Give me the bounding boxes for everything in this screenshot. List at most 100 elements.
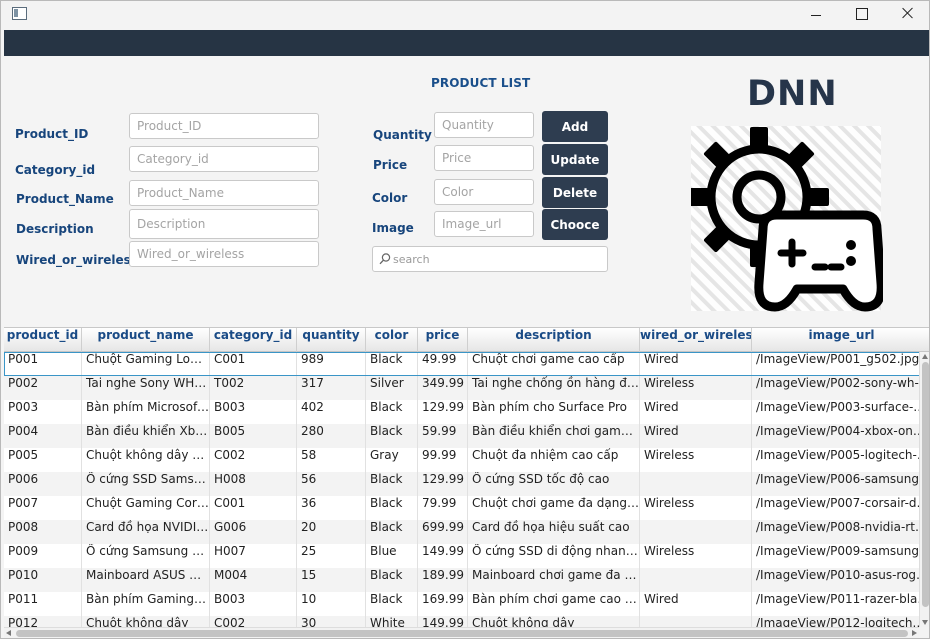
column-header-image-url[interactable]: image_url xyxy=(752,328,929,352)
product-id-label: Product_ID xyxy=(15,127,89,141)
cell-price: 79.99 xyxy=(418,496,468,520)
update-button[interactable]: Update xyxy=(542,144,608,175)
column-header-product-id[interactable]: product_id xyxy=(4,328,82,352)
cell-quantity: 25 xyxy=(297,544,366,568)
cell-category-id: H007 xyxy=(210,544,297,568)
table-row[interactable]: P004Bàn điều khiển Xbox SeriesB005280Bla… xyxy=(4,424,929,448)
search-icon xyxy=(379,253,391,265)
cell-product-name: Chuột không dây Logitech MX xyxy=(82,448,210,472)
column-header-description[interactable]: description xyxy=(468,328,640,352)
maximize-button[interactable] xyxy=(839,1,885,30)
column-header-wired-or-wireless[interactable]: wired_or_wireless xyxy=(640,328,752,352)
cell-description: Bàn phím cho Surface Pro xyxy=(468,400,640,424)
cell-image-url: /ImageView/P009-samsung-t5.jpg xyxy=(752,544,929,568)
table-row[interactable]: P008Card đồ họa NVIDIA RTX 3080G00620Bla… xyxy=(4,520,929,544)
cell-wired-or-wireless: Wireless xyxy=(640,496,752,520)
product-name-label: Product_Name xyxy=(16,192,114,206)
cell-category-id: B005 xyxy=(210,424,297,448)
cell-description: Chuột chơi game cao cấp xyxy=(468,352,640,376)
cell-color: Black xyxy=(366,352,418,376)
table-row[interactable]: P001Chuột Gaming Logitech G502C001989Bla… xyxy=(4,352,929,376)
title-bar xyxy=(1,1,929,30)
cell-quantity: 10 xyxy=(297,592,366,616)
scroll-right-arrow-icon[interactable] xyxy=(912,630,917,636)
column-header-product-name[interactable]: product_name xyxy=(82,328,210,352)
logo-text: DNN xyxy=(747,74,838,114)
cell-product-name: Chuột Gaming Logitech G502 xyxy=(82,352,210,376)
quantity-input[interactable] xyxy=(434,112,534,138)
cell-product-name: Ổ cứng SSD Samsung 970 xyxy=(82,472,210,496)
price-input[interactable] xyxy=(434,145,534,171)
cell-color: Black xyxy=(366,592,418,616)
column-header-color[interactable]: color xyxy=(366,328,418,352)
cell-description: Bàn điều khiển chơi game cổ điển xyxy=(468,424,640,448)
scroll-down-arrow-icon[interactable] xyxy=(922,620,928,625)
vertical-scroll-thumb[interactable] xyxy=(922,362,929,607)
cell-category-id: H008 xyxy=(210,472,297,496)
search-input[interactable] xyxy=(393,249,603,269)
color-input[interactable] xyxy=(434,179,534,205)
add-button[interactable]: Add xyxy=(542,111,608,142)
vertical-scrollbar[interactable] xyxy=(919,352,929,627)
close-window-button[interactable] xyxy=(884,1,929,30)
search-box[interactable] xyxy=(372,246,608,272)
cell-product-id: P006 xyxy=(4,472,82,496)
table-row[interactable]: P011Bàn phím Gaming Razer BlackWidowB003… xyxy=(4,592,929,616)
table-body: P001Chuột Gaming Logitech G502C001989Bla… xyxy=(4,352,929,638)
cell-wired-or-wireless: Wired xyxy=(640,352,752,376)
cell-color: Black xyxy=(366,400,418,424)
cell-price: 349.99 xyxy=(418,376,468,400)
page-title: PRODUCT LIST xyxy=(431,76,531,90)
product-id-input[interactable] xyxy=(129,113,319,139)
cell-product-name: Ổ cứng Samsung T5 Portable xyxy=(82,544,210,568)
scroll-left-arrow-icon[interactable] xyxy=(6,630,11,636)
minimize-button[interactable] xyxy=(793,1,839,30)
cell-image-url: /ImageView/P010-asus-rog-strix.jpg xyxy=(752,568,929,592)
table-row[interactable]: P010Mainboard ASUS ROG StrixM00415Black1… xyxy=(4,568,929,592)
delete-button[interactable]: Delete xyxy=(542,177,608,208)
cell-description: Ổ cứng SSD tốc độ cao xyxy=(468,472,640,496)
cell-product-id: P011 xyxy=(4,592,82,616)
cell-color: Gray xyxy=(366,448,418,472)
cell-quantity: 989 xyxy=(297,352,366,376)
column-header-quantity[interactable]: quantity xyxy=(297,328,366,352)
image-label: Image xyxy=(372,221,414,235)
choose-image-button[interactable]: Chooce xyxy=(542,209,608,240)
table-row[interactable]: P003Bàn phím Microsoft SurfaceB003402Bla… xyxy=(4,400,929,424)
table-row[interactable]: P009Ổ cứng Samsung T5 PortableH00725Blue… xyxy=(4,544,929,568)
color-label: Color xyxy=(372,191,408,205)
column-header-price[interactable]: price xyxy=(418,328,468,352)
table-row[interactable]: P007Chuột Gaming Corsair Dark CoreC00136… xyxy=(4,496,929,520)
cell-color: Black xyxy=(366,424,418,448)
cell-product-name: Bàn điều khiển Xbox Series xyxy=(82,424,210,448)
cell-product-id: P009 xyxy=(4,544,82,568)
table-row[interactable]: P002Tai nghe Sony WH-1000XM4T002317Silve… xyxy=(4,376,929,400)
wired-or-wireless-input[interactable] xyxy=(129,241,319,267)
cell-quantity: 317 xyxy=(297,376,366,400)
product-name-input[interactable] xyxy=(129,180,319,206)
scroll-up-arrow-icon[interactable] xyxy=(922,354,928,359)
cell-product-name: Chuột Gaming Corsair Dark Core xyxy=(82,496,210,520)
cell-image-url: /ImageView/P003-surface-pro.jpg xyxy=(752,400,929,424)
horizontal-scroll-thumb[interactable] xyxy=(16,630,908,637)
description-input[interactable] xyxy=(129,209,319,239)
description-label: Description xyxy=(16,222,94,236)
table-row[interactable]: P006Ổ cứng SSD Samsung 970H00856Black129… xyxy=(4,472,929,496)
horizontal-scrollbar[interactable] xyxy=(4,627,919,638)
cell-image-url: /ImageView/P005-logitech-mx.jpg xyxy=(752,448,929,472)
wired-or-wireless-label: Wired_or_wireless xyxy=(16,253,138,267)
app-window: PRODUCT LIST Product_ID Category_id Prod… xyxy=(0,0,930,639)
column-header-category-id[interactable]: category_id xyxy=(210,328,297,352)
cell-description: Mainboard chơi game đa nhiệm xyxy=(468,568,640,592)
cell-wired-or-wireless: Wired xyxy=(640,400,752,424)
image-url-input[interactable] xyxy=(434,211,534,237)
cell-quantity: 56 xyxy=(297,472,366,496)
cell-product-name: Mainboard ASUS ROG Strix xyxy=(82,568,210,592)
cell-image-url: /ImageView/P001_g502.jpg xyxy=(752,352,929,376)
cell-price: 699.99 xyxy=(418,520,468,544)
cell-price: 99.99 xyxy=(418,448,468,472)
category-id-input[interactable] xyxy=(129,146,319,172)
table-row[interactable]: P005Chuột không dây Logitech MXC00258Gra… xyxy=(4,448,929,472)
cell-price: 189.99 xyxy=(418,568,468,592)
cell-product-name: Tai nghe Sony WH-1000XM4 xyxy=(82,376,210,400)
